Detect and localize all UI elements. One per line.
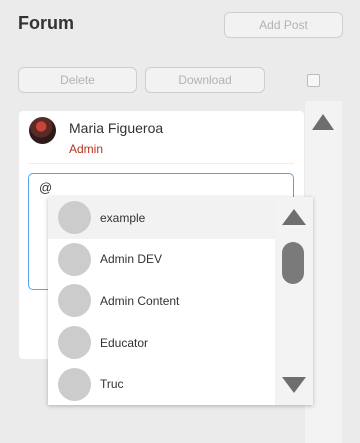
scroll-up-arrow-icon[interactable] (282, 209, 306, 225)
avatar-placeholder-icon (58, 284, 91, 318)
select-all-checkbox[interactable] (307, 74, 320, 87)
divider (29, 163, 294, 164)
download-button[interactable]: Download (145, 67, 265, 93)
mention-item[interactable]: Admin Content (48, 280, 275, 322)
mention-item[interactable]: Truc (48, 363, 275, 405)
mention-item[interactable]: Admin DEV (48, 239, 275, 281)
editor-text: @ (39, 180, 53, 195)
mention-item[interactable]: example (48, 197, 275, 239)
avatar-placeholder-icon (58, 367, 91, 401)
avatar-placeholder-icon (58, 242, 91, 276)
mention-label: Educator (100, 335, 149, 350)
author-avatar (29, 117, 56, 144)
mention-item[interactable]: Educator (48, 322, 275, 364)
mention-label: Admin DEV (100, 252, 163, 267)
avatar-placeholder-icon (58, 201, 91, 235)
scroll-down-arrow-icon[interactable] (282, 377, 306, 393)
dropdown-scrollbar[interactable] (275, 197, 313, 405)
mention-label: Admin Content (100, 293, 180, 308)
scrollbar-thumb[interactable] (282, 242, 304, 284)
page-title: Forum (18, 13, 74, 33)
mention-label: Truc (100, 377, 124, 392)
avatar-placeholder-icon (58, 326, 91, 360)
mention-list: example Admin DEV Admin Content Educator… (48, 197, 275, 405)
scroll-up-arrow-icon[interactable] (312, 114, 334, 130)
author-role: Admin (69, 142, 104, 156)
add-post-button[interactable]: Add Post (224, 12, 343, 38)
mention-label: example (100, 210, 146, 225)
mention-dropdown: example Admin DEV Admin Content Educator… (48, 197, 313, 405)
author-name: Maria Figueroa (69, 120, 164, 136)
delete-button[interactable]: Delete (18, 67, 137, 93)
